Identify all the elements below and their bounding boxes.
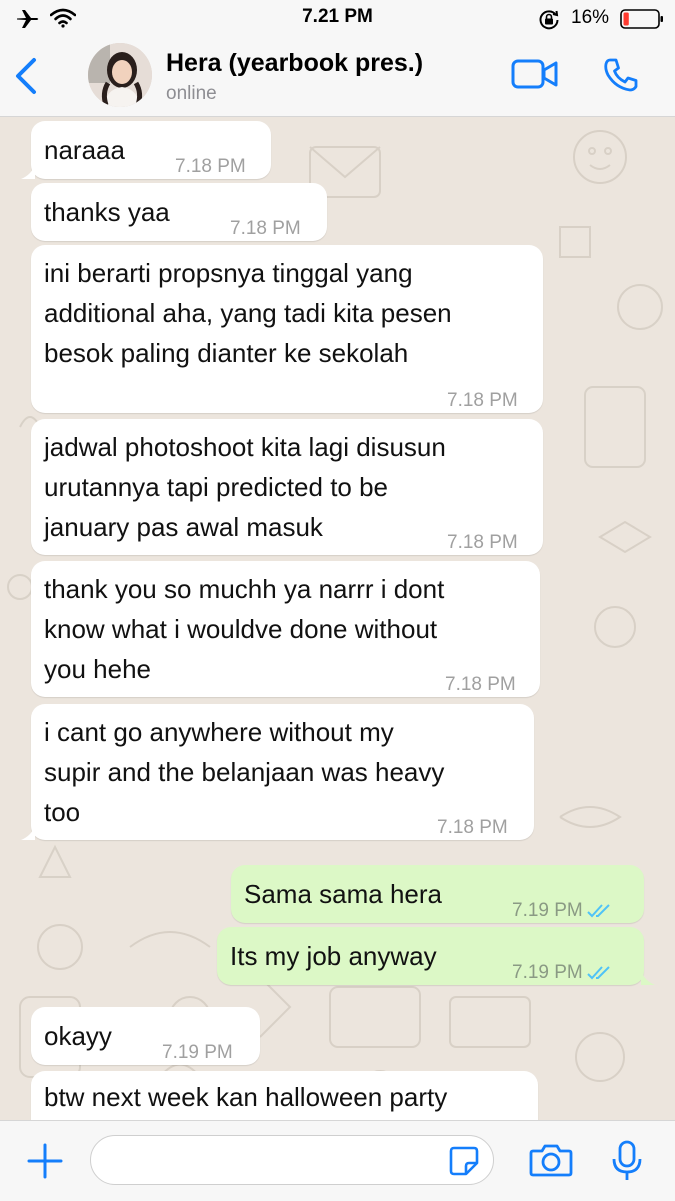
message-text: i cant go anywhere without my: [44, 717, 394, 747]
message-time: 7.18 PM: [445, 674, 516, 695]
message-text: too: [44, 797, 81, 827]
message-text: urutannya tapi predicted to be: [44, 472, 389, 502]
contact-name[interactable]: Hera (yearbook pres.): [166, 49, 423, 78]
battery-icon: [620, 8, 664, 35]
double-check-icon: [587, 966, 610, 980]
message-bubble[interactable]: jadwal photoshoot kita lagi disusun urut…: [31, 419, 543, 555]
message-bubble[interactable]: Its my job anyway 7.19 PM: [217, 927, 655, 985]
message-text: naraaa: [44, 135, 125, 165]
message-text: supir and the belanjaan was heavy: [44, 757, 445, 787]
video-call-icon[interactable]: [511, 58, 559, 95]
message-text: Sama sama hera: [244, 879, 442, 909]
message-list[interactable]: naraaa 7.18 PM thanks yaa 7.18 PM ini be…: [0, 117, 675, 1120]
microphone-icon[interactable]: [611, 1140, 643, 1187]
message-time-label: 7.19 PM: [512, 900, 583, 921]
plus-icon[interactable]: [26, 1142, 64, 1185]
phone-icon[interactable]: [603, 57, 639, 98]
rotation-lock-icon: [538, 9, 560, 36]
message-text: ini berarti propsnya tinggal yang: [44, 258, 413, 288]
message-text: january pas awal masuk: [44, 512, 323, 542]
message-text: thank you so muchh ya narrr i dont: [44, 574, 445, 604]
message-bubble[interactable]: naraaa 7.18 PM: [21, 121, 271, 179]
message-bubble[interactable]: i cant go anywhere without my supir and …: [21, 704, 534, 840]
message-text: know what i wouldve done without: [44, 614, 438, 644]
message-time: 7.18 PM: [447, 390, 518, 411]
message-bubble[interactable]: btw next week kan halloween party: [31, 1071, 538, 1120]
status-bar: 7.21 PM 16%: [0, 0, 675, 38]
message-input[interactable]: [90, 1135, 494, 1185]
sticker-icon[interactable]: [449, 1146, 479, 1181]
bubble-tail: [21, 826, 35, 840]
message-bubble[interactable]: ini berarti propsnya tinggal yang additi…: [31, 245, 543, 413]
message-text: btw next week kan halloween party: [44, 1082, 448, 1112]
message-text: additional aha, yang tadi kita pesen: [44, 298, 452, 328]
message-text: thanks yaa: [44, 197, 170, 227]
message-composer: [0, 1120, 675, 1201]
message-text: besok paling dianter ke sekolah: [44, 338, 409, 368]
message-time: 7.18 PM: [230, 218, 301, 239]
message-bubble[interactable]: Sama sama hera 7.19 PM: [231, 865, 644, 923]
message-time: 7.19 PM: [512, 953, 613, 993]
camera-icon[interactable]: [529, 1142, 573, 1183]
message-bubble[interactable]: thanks yaa 7.18 PM: [31, 183, 327, 241]
message-time: 7.19 PM: [512, 891, 613, 931]
presence-status: online: [166, 83, 217, 104]
message-time: 7.18 PM: [437, 817, 508, 838]
message-time: 7.18 PM: [447, 532, 518, 553]
chat-header: Hera (yearbook pres.) online: [0, 38, 675, 117]
double-check-icon: [587, 904, 610, 918]
message-time-label: 7.19 PM: [512, 962, 583, 983]
bubble-tail: [641, 971, 655, 985]
message-time: 7.19 PM: [162, 1042, 233, 1063]
message-bubble[interactable]: okayy 7.19 PM: [31, 1007, 260, 1065]
message-bubble[interactable]: thank you so muchh ya narrr i dont know …: [31, 561, 540, 697]
avatar[interactable]: [88, 43, 152, 107]
message-text: jadwal photoshoot kita lagi disusun: [44, 432, 446, 462]
message-text: Its my job anyway: [230, 941, 437, 971]
message-text: you hehe: [44, 654, 151, 684]
bubble-tail: [21, 165, 35, 179]
message-text: okayy: [44, 1021, 112, 1051]
chevron-left-icon[interactable]: [12, 56, 40, 101]
battery-percentage: 16%: [571, 7, 610, 28]
message-time: 7.18 PM: [175, 156, 246, 177]
